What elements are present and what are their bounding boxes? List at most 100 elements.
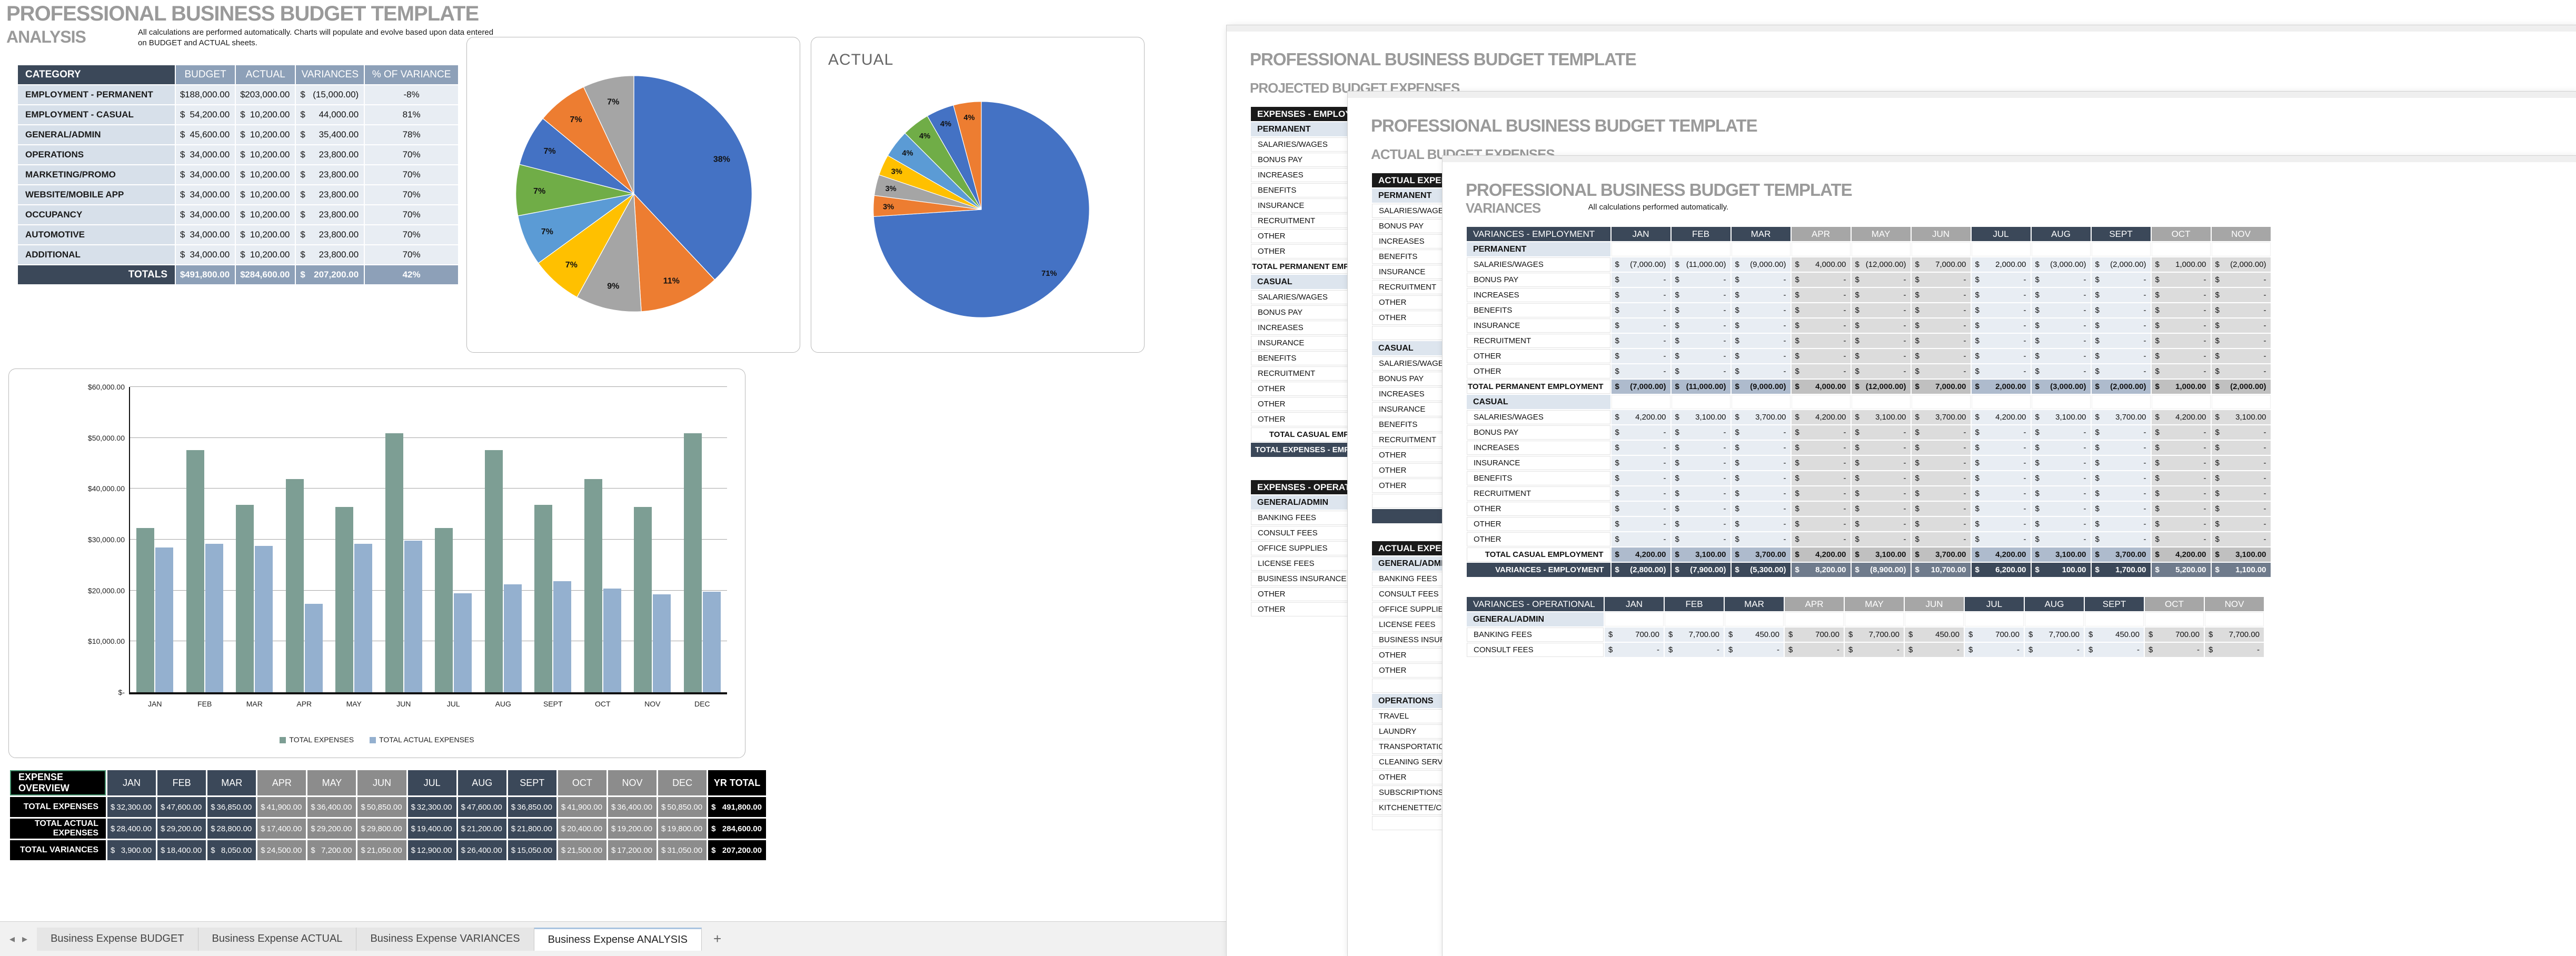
data-cell[interactable]: $ (3,000.00) bbox=[2031, 380, 2091, 394]
data-cell[interactable]: $ - bbox=[1791, 334, 1851, 348]
data-cell[interactable]: $3,700.00 bbox=[1731, 410, 1791, 424]
data-cell[interactable]: $7,700.00 bbox=[1665, 628, 1724, 642]
sheet-tab[interactable]: Business Expense ANALYSIS bbox=[534, 927, 702, 951]
data-cell[interactable]: $ - bbox=[1731, 441, 1791, 455]
data-cell[interactable]: $3,700.00 bbox=[1911, 410, 1971, 424]
month-column-header[interactable]: JUN bbox=[1911, 227, 1971, 241]
data-cell[interactable]: $3,100.00 bbox=[2211, 547, 2271, 562]
data-cell[interactable]: $ (5,300.00) bbox=[1731, 563, 1791, 577]
data-cell[interactable] bbox=[1911, 242, 1971, 256]
data-cell[interactable] bbox=[2091, 395, 2151, 409]
data-cell[interactable]: $ - bbox=[2031, 471, 2091, 485]
data-cell[interactable]: $ - bbox=[2085, 643, 2144, 657]
data-cell[interactable]: $ - bbox=[2091, 303, 2151, 317]
data-cell[interactable]: $ - bbox=[1731, 517, 1791, 531]
data-cell[interactable] bbox=[1965, 612, 2024, 626]
data-cell[interactable]: $ - bbox=[2091, 471, 2151, 485]
data-cell[interactable]: $ - bbox=[1671, 425, 1730, 440]
data-cell[interactable]: $ - bbox=[1671, 471, 1730, 485]
data-cell[interactable]: $ - bbox=[1851, 364, 1911, 379]
month-column-header[interactable]: SEPT bbox=[2085, 597, 2144, 611]
month-column-header[interactable]: OCT bbox=[2151, 227, 2211, 241]
data-cell[interactable]: $ - bbox=[1911, 318, 1971, 333]
overview-month-header[interactable]: APR bbox=[257, 770, 306, 795]
month-column-header[interactable]: JUL bbox=[1971, 227, 2031, 241]
data-cell[interactable]: $ - bbox=[2091, 334, 2151, 348]
data-cell[interactable]: $ - bbox=[2031, 318, 2091, 333]
data-cell[interactable]: $3,100.00 bbox=[2211, 410, 2271, 424]
data-cell[interactable] bbox=[2085, 612, 2144, 626]
data-cell[interactable]: $ - bbox=[1665, 643, 1724, 657]
data-cell[interactable] bbox=[1665, 612, 1724, 626]
month-column-header[interactable]: JUN bbox=[1905, 597, 1964, 611]
data-cell[interactable]: $ - bbox=[2151, 273, 2211, 287]
month-column-header[interactable]: OCT bbox=[2145, 597, 2204, 611]
data-cell[interactable]: $ - bbox=[1851, 303, 1911, 317]
data-cell[interactable]: $4,200.00 bbox=[1611, 547, 1670, 562]
data-cell[interactable]: $ - bbox=[2151, 456, 2211, 470]
data-cell[interactable]: $ - bbox=[1791, 517, 1851, 531]
month-column-header[interactable]: FEB bbox=[1665, 597, 1724, 611]
data-cell[interactable]: $ - bbox=[2211, 288, 2271, 302]
data-cell[interactable]: $ - bbox=[1911, 425, 1971, 440]
data-cell[interactable] bbox=[1851, 242, 1911, 256]
month-column-header[interactable]: SEPT bbox=[2091, 227, 2151, 241]
data-cell[interactable]: $ - bbox=[1851, 456, 1911, 470]
data-cell[interactable]: $ - bbox=[2031, 517, 2091, 531]
data-cell[interactable]: $ - bbox=[1611, 425, 1670, 440]
data-cell[interactable]: $3,700.00 bbox=[1731, 547, 1791, 562]
data-cell[interactable]: $4,000.00 bbox=[1791, 257, 1851, 272]
data-cell[interactable] bbox=[1611, 242, 1670, 256]
data-cell[interactable]: $ - bbox=[2031, 532, 2091, 546]
data-cell[interactable]: $ - bbox=[1791, 318, 1851, 333]
data-cell[interactable]: $6,200.00 bbox=[1971, 563, 2031, 577]
data-cell[interactable]: $1,000.00 bbox=[2151, 380, 2211, 394]
data-cell[interactable]: $3,100.00 bbox=[1671, 410, 1730, 424]
overview-month-header[interactable]: JAN bbox=[107, 770, 156, 795]
data-cell[interactable]: $ - bbox=[1611, 334, 1670, 348]
data-cell[interactable] bbox=[1971, 395, 2031, 409]
data-cell[interactable]: $ (11,000.00) bbox=[1671, 380, 1730, 394]
data-cell[interactable]: $450.00 bbox=[2085, 628, 2144, 642]
data-cell[interactable]: $450.00 bbox=[1905, 628, 1964, 642]
data-cell[interactable]: $ - bbox=[2151, 502, 2211, 516]
data-cell[interactable]: $ - bbox=[2091, 273, 2151, 287]
data-cell[interactable] bbox=[1785, 612, 1844, 626]
sheet-nav-arrows[interactable]: ◂ ▸ bbox=[0, 932, 37, 945]
data-cell[interactable]: $ - bbox=[1731, 486, 1791, 501]
data-cell[interactable]: $ - bbox=[1731, 303, 1791, 317]
data-cell[interactable]: $ - bbox=[2025, 643, 2084, 657]
data-cell[interactable]: $ - bbox=[1731, 532, 1791, 546]
table-corner-header[interactable]: VARIANCES - OPERATIONAL bbox=[1467, 597, 1604, 611]
data-cell[interactable]: $ - bbox=[2091, 456, 2151, 470]
data-cell[interactable]: $ - bbox=[1611, 303, 1670, 317]
data-cell[interactable]: $ (9,000.00) bbox=[1731, 257, 1791, 272]
data-cell[interactable] bbox=[1851, 395, 1911, 409]
data-cell[interactable]: $ - bbox=[1791, 273, 1851, 287]
data-cell[interactable]: $700.00 bbox=[1785, 628, 1844, 642]
data-cell[interactable]: $ - bbox=[2151, 303, 2211, 317]
data-cell[interactable]: $ - bbox=[1671, 502, 1730, 516]
data-cell[interactable]: $ (2,000.00) bbox=[2211, 257, 2271, 272]
data-cell[interactable]: $ - bbox=[2211, 471, 2271, 485]
data-cell[interactable] bbox=[2151, 395, 2211, 409]
data-cell[interactable]: $ - bbox=[2091, 318, 2151, 333]
data-cell[interactable]: $ - bbox=[1905, 643, 1964, 657]
sheet-tab[interactable]: Business Expense VARIANCES bbox=[356, 927, 534, 951]
data-cell[interactable]: $ - bbox=[2031, 303, 2091, 317]
data-cell[interactable]: $ - bbox=[2031, 441, 2091, 455]
data-cell[interactable]: $ - bbox=[1911, 486, 1971, 501]
overview-month-header[interactable]: OCT bbox=[558, 770, 606, 795]
data-cell[interactable]: $ - bbox=[2151, 471, 2211, 485]
window-actual-titlebar[interactable] bbox=[1348, 92, 2576, 98]
data-cell[interactable]: $ - bbox=[1611, 318, 1670, 333]
data-cell[interactable]: $ - bbox=[1911, 441, 1971, 455]
data-cell[interactable]: $ - bbox=[1911, 349, 1971, 363]
data-cell[interactable]: $ - bbox=[2211, 364, 2271, 379]
data-cell[interactable]: $4,200.00 bbox=[1791, 547, 1851, 562]
data-cell[interactable]: $ - bbox=[1851, 334, 1911, 348]
add-sheet-button[interactable]: + bbox=[702, 931, 733, 947]
data-cell[interactable]: $ - bbox=[1911, 303, 1971, 317]
data-cell[interactable]: $ - bbox=[1971, 471, 2031, 485]
data-cell[interactable]: $4,200.00 bbox=[1971, 410, 2031, 424]
